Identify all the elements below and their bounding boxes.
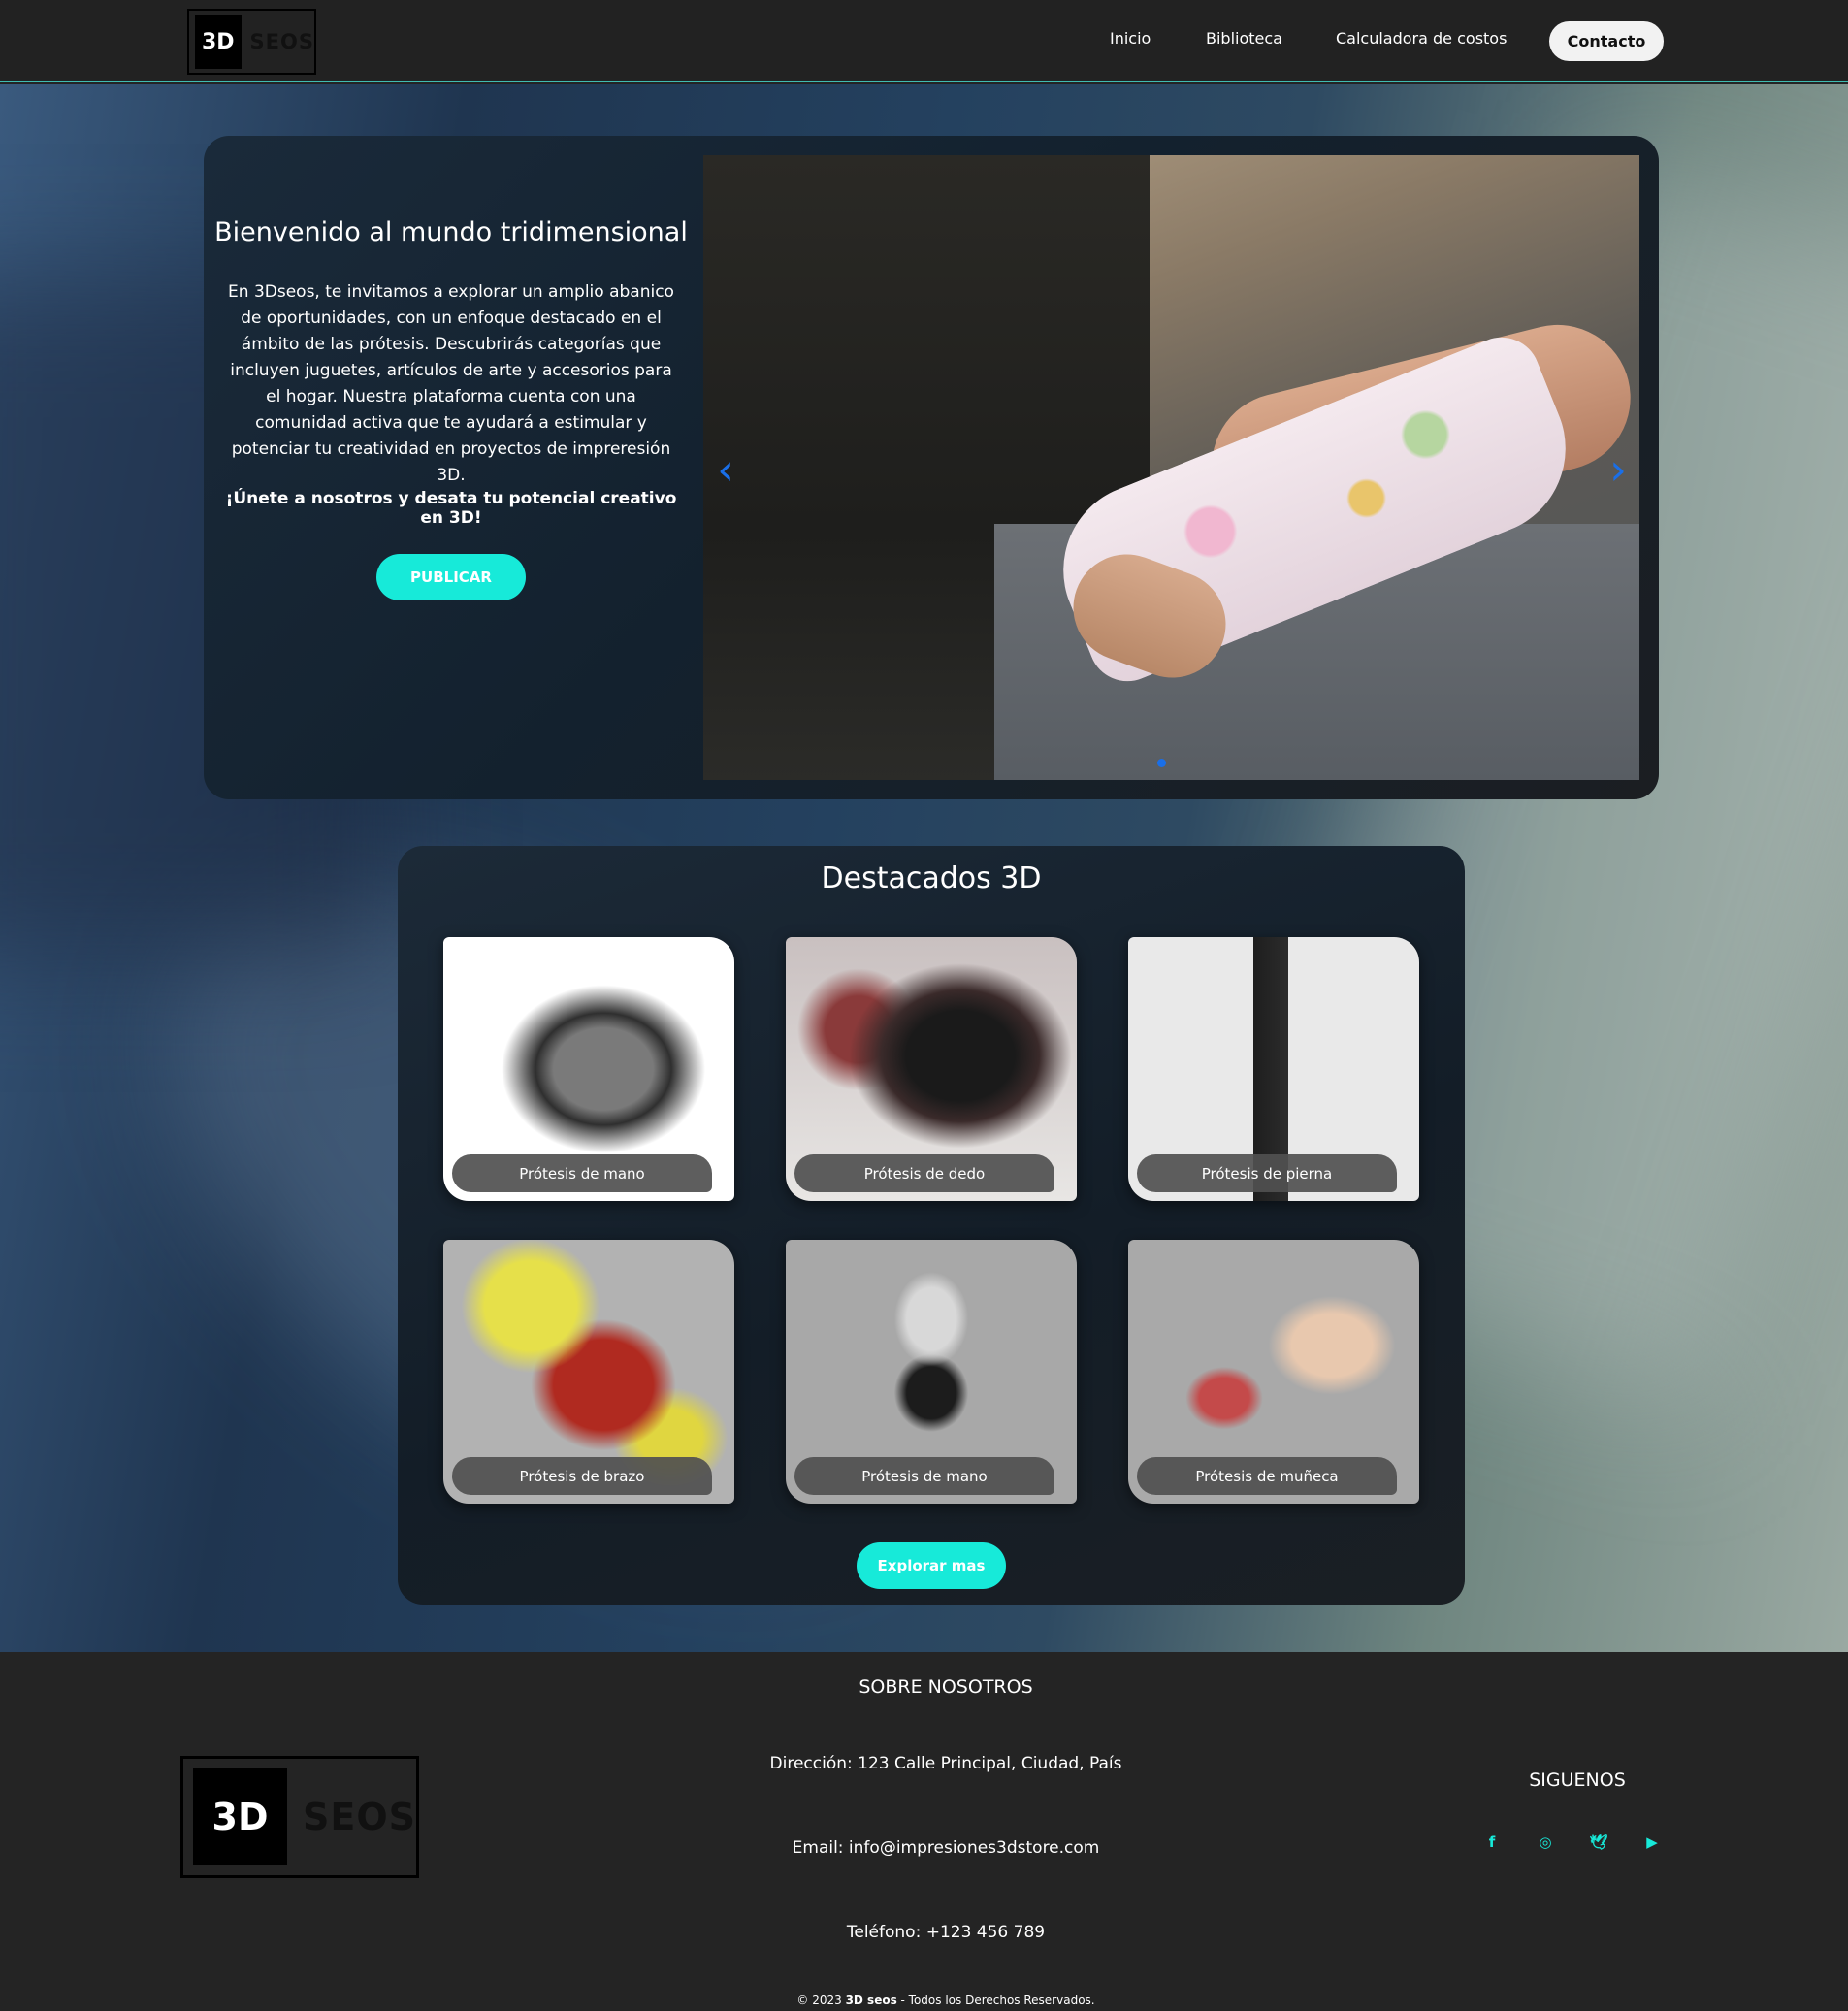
card-label: Prótesis de mano <box>794 1457 1054 1495</box>
featured-card[interactable]: Prótesis de mano <box>786 1240 1077 1504</box>
nav-link-calculadora[interactable]: Calculadora de costos <box>1336 29 1507 48</box>
explore-button[interactable]: Explorar mas <box>857 1542 1006 1589</box>
footer-logo: 3D SEOS <box>180 1756 419 1878</box>
featured-card[interactable]: Prótesis de muñeca <box>1128 1240 1419 1504</box>
featured-card[interactable]: Prótesis de pierna <box>1128 937 1419 1201</box>
card-label: Prótesis de brazo <box>452 1457 712 1495</box>
card-label: Prótesis de mano <box>452 1154 712 1192</box>
contact-button[interactable]: Contacto <box>1549 21 1664 61</box>
card-label: Prótesis de dedo <box>794 1154 1054 1192</box>
copyright-prefix: © 2023 <box>796 1994 846 2007</box>
featured-card[interactable]: Prótesis de dedo <box>786 937 1077 1201</box>
twitter-icon[interactable]: 🕊 <box>1587 1831 1610 1854</box>
welcome-cta: ¡Únete a nosotros y desata tu potencial … <box>225 489 677 528</box>
welcome-paragraph: En 3Dseos, te invitamos a explorar un am… <box>228 282 674 485</box>
facebook-icon[interactable]: f <box>1480 1831 1504 1854</box>
top-navbar: 3D SEOS Inicio Biblioteca Calculadora de… <box>0 0 1848 82</box>
footer-follow-title: SIGUENOS <box>1529 1769 1626 1791</box>
instagram-icon[interactable]: ◎ <box>1534 1831 1557 1854</box>
image-carousel[interactable]: ‹ › <box>703 155 1639 780</box>
publish-button[interactable]: PUBLICAR <box>376 554 526 600</box>
carousel-indicator[interactable] <box>1157 759 1166 767</box>
welcome-panel: Bienvenido al mundo tridimensional En 3D… <box>204 136 1659 799</box>
copyright-suffix: - Todos los Derechos Reservados. <box>896 1994 1095 2007</box>
nav-link-inicio[interactable]: Inicio <box>1110 29 1151 48</box>
featured-card[interactable]: Prótesis de mano <box>443 937 734 1201</box>
carousel-prev-icon[interactable]: ‹ <box>711 446 740 495</box>
footer-phone: Teléfono: +123 456 789 <box>846 1923 1046 1942</box>
card-label: Prótesis de muñeca <box>1137 1457 1397 1495</box>
welcome-title: Bienvenido al mundo tridimensional <box>214 217 688 247</box>
social-links: f ◎ 🕊 ▶ <box>1480 1831 1674 1860</box>
hero-background: Bienvenido al mundo tridimensional En 3D… <box>0 84 1848 1652</box>
footer: SOBRE NOSOTROS 3D SEOS Dirección: 123 Ca… <box>0 1652 1848 2011</box>
footer-logo-word: SEOS <box>303 1796 416 1838</box>
nav-link-biblioteca[interactable]: Biblioteca <box>1206 29 1282 48</box>
footer-copyright: © 2023 3D seos - Todos los Derechos Rese… <box>0 1994 1848 2007</box>
card-label: Prótesis de pierna <box>1137 1154 1397 1192</box>
footer-about-title: SOBRE NOSOTROS <box>859 1676 1033 1698</box>
featured-card[interactable]: Prótesis de brazo <box>443 1240 734 1504</box>
logo-word: SEOS <box>249 30 314 53</box>
site-logo[interactable]: 3D SEOS <box>187 9 316 75</box>
logo-mark: 3D <box>195 15 242 69</box>
youtube-icon[interactable]: ▶ <box>1640 1831 1664 1854</box>
copyright-brand: 3D seos <box>845 1994 897 2007</box>
featured-section: Destacados 3D Prótesis de mano Prótesis … <box>398 846 1465 1605</box>
carousel-next-icon[interactable]: › <box>1604 446 1633 495</box>
featured-title: Destacados 3D <box>821 861 1042 895</box>
